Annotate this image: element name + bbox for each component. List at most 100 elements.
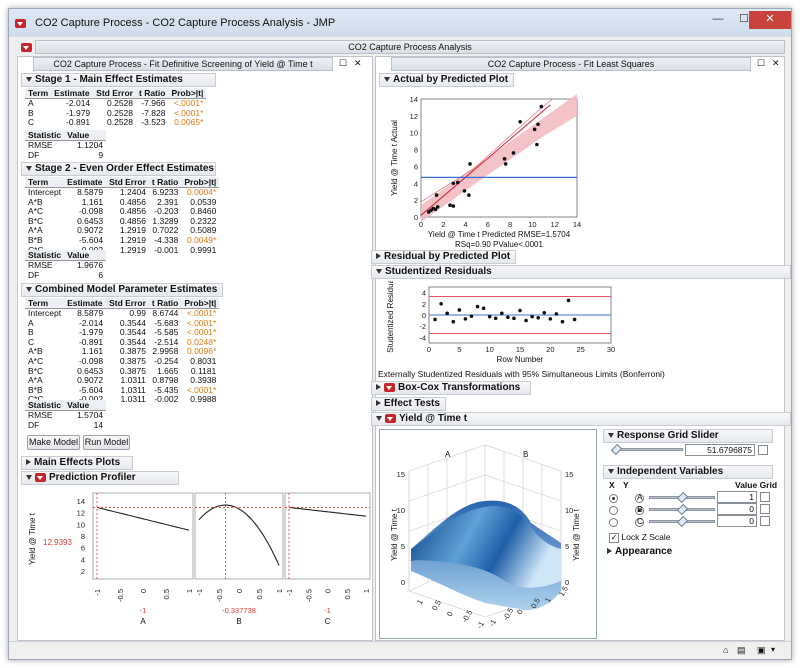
column-header: Statistic bbox=[25, 400, 65, 411]
y-tick: 2 bbox=[422, 300, 426, 309]
combined-header[interactable]: Combined Model Parameter Estimates bbox=[21, 283, 223, 297]
data-point bbox=[530, 314, 534, 319]
lockz-row[interactable]: ✓ Lock Z Scale bbox=[609, 532, 671, 543]
profiler-yticks: 14 12 10 8 6 4 2 bbox=[77, 497, 85, 576]
grid-value-input[interactable]: 51.6796875 bbox=[685, 444, 755, 456]
variable-value-input[interactable]: 0 bbox=[717, 503, 757, 515]
y-tick: 8 bbox=[414, 146, 418, 155]
x-tick: 0.5 bbox=[162, 589, 171, 599]
data-point bbox=[451, 181, 456, 186]
surface-plot[interactable]: 15 1510 105 50 01 0.50 -0.5-1 -1-0.5 00.5 11.5 A … bbox=[381, 431, 595, 637]
table-cell: C bbox=[28, 117, 35, 128]
resid-pred-header[interactable]: Residual by Predicted Plot bbox=[371, 250, 516, 264]
column-header: Estimate bbox=[64, 177, 107, 188]
avp-header[interactable]: Actual by Predicted Plot bbox=[379, 73, 514, 87]
data-point bbox=[455, 180, 460, 185]
indep-header[interactable]: Independent Variables bbox=[603, 465, 773, 479]
stage2-header[interactable]: Stage 2 - Even Order Effect Estimates bbox=[21, 162, 216, 176]
table-cell: DF bbox=[28, 149, 40, 160]
variable-slider-thumb[interactable] bbox=[676, 503, 689, 516]
y-tick: 14 bbox=[77, 497, 85, 506]
close-icon[interactable]: ✕ bbox=[772, 58, 780, 69]
home-icon[interactable]: ⌂ bbox=[723, 645, 728, 655]
stud-header[interactable]: Studentized Residuals bbox=[371, 265, 791, 279]
x-tick: 25 bbox=[576, 345, 584, 354]
profiler-menu-icon[interactable] bbox=[35, 472, 46, 482]
title-bar: CO2 Capture Process - CO2 Capture Proces… bbox=[9, 9, 791, 37]
boxcox-title: Box-Cox Transformations bbox=[398, 382, 521, 393]
data-point bbox=[463, 317, 468, 321]
grid-slider-title: Response Grid Slider bbox=[617, 430, 719, 441]
value-grid-checkbox[interactable] bbox=[760, 492, 770, 502]
close-icon[interactable]: ✕ bbox=[354, 58, 362, 69]
col-x: X bbox=[609, 480, 615, 490]
lockz-checkbox[interactable]: ✓ bbox=[609, 532, 619, 543]
appearance-header[interactable]: Appearance bbox=[603, 546, 675, 560]
restore-icon[interactable]: ☐ bbox=[339, 58, 347, 69]
close-button[interactable]: ✕ bbox=[749, 11, 791, 29]
factor-value: -1 bbox=[324, 606, 331, 615]
restore-icon[interactable]: ☐ bbox=[757, 58, 765, 69]
data-point bbox=[554, 312, 559, 316]
value-grid-checkbox[interactable] bbox=[760, 516, 770, 526]
profiler-cell-B[interactable]: -1 -0.5 0 0.5 1 -0.337738 B bbox=[194, 492, 284, 626]
grid-slider-track[interactable] bbox=[613, 448, 683, 451]
grid-slider-header[interactable]: Response Grid Slider bbox=[603, 429, 773, 443]
x-tick: 4 bbox=[463, 220, 467, 229]
data-point bbox=[439, 302, 443, 306]
jmp-app-icon bbox=[15, 19, 26, 29]
x-tick: 20 bbox=[546, 345, 554, 354]
value-grid-checkbox[interactable] bbox=[760, 504, 770, 514]
x-radio[interactable] bbox=[609, 506, 618, 516]
right-panel-title: CO2 Capture Process - Fit Least Squares bbox=[391, 57, 751, 71]
report-menu-icon[interactable] bbox=[21, 43, 32, 53]
effect-header[interactable]: Effect Tests bbox=[371, 397, 446, 411]
yield-header[interactable]: Yield @ Time t bbox=[371, 412, 791, 426]
x-tick: 10 bbox=[485, 345, 493, 354]
data-point bbox=[535, 142, 539, 147]
main-effects-header[interactable]: Main Effects Plots bbox=[21, 456, 133, 470]
variable-slider-thumb[interactable] bbox=[676, 491, 689, 504]
variable-slider-thumb[interactable] bbox=[676, 515, 689, 528]
variable-value-input[interactable]: 1 bbox=[717, 491, 757, 503]
minimize-button[interactable]: — bbox=[705, 11, 731, 29]
y-tick: 12 bbox=[410, 112, 418, 121]
table-row: C -0.891 0.2528 -3.523 0.0065* bbox=[25, 118, 206, 128]
grid-checkbox[interactable] bbox=[758, 445, 768, 455]
table-cell: 0.9988 bbox=[190, 394, 217, 405]
profiler-header[interactable]: Prediction Profiler bbox=[21, 471, 179, 485]
y-tick: 14 bbox=[410, 95, 418, 104]
factor-value: -1 bbox=[140, 606, 147, 615]
collapsed-icon bbox=[376, 384, 381, 391]
collapsed-icon bbox=[376, 253, 381, 260]
variable-value-input[interactable]: 0 bbox=[717, 515, 757, 527]
x-tick: 10 bbox=[528, 220, 536, 229]
expand-icon bbox=[376, 268, 382, 274]
window-list-icon[interactable]: ▤ bbox=[737, 645, 746, 656]
y-tick: 2 bbox=[414, 196, 418, 205]
column-header: t Ratio bbox=[136, 88, 169, 99]
x-radio[interactable] bbox=[609, 494, 618, 504]
table-cell: 14 bbox=[93, 419, 104, 430]
appearance-title: Appearance bbox=[615, 546, 673, 557]
yield-menu-icon[interactable] bbox=[385, 413, 396, 423]
layout-icon[interactable]: ▣ bbox=[757, 645, 766, 656]
x-tick: 30 bbox=[607, 345, 615, 354]
dropdown-icon[interactable]: ▾ bbox=[771, 645, 775, 654]
profiler-cell-A[interactable]: -1 -0.5 0 0.5 1 -1 A bbox=[92, 492, 194, 626]
prediction-profiler[interactable]: Yield @ Time t 12.9393 1412108642 -1 -0.5… bbox=[21, 487, 371, 627]
data-point bbox=[451, 319, 456, 324]
factor-value: -0.337738 bbox=[222, 606, 256, 615]
lockz-label: Lock Z Scale bbox=[621, 532, 671, 542]
y-tick: 2 bbox=[81, 567, 85, 576]
expand-icon bbox=[26, 76, 32, 82]
x-radio[interactable] bbox=[609, 518, 618, 528]
profiler-cell-C[interactable]: -1 -0.5 0 0.5 1 -1 C bbox=[284, 492, 371, 626]
make-model-button[interactable]: Make Model bbox=[27, 435, 80, 450]
y-tick: 4 bbox=[81, 555, 85, 564]
boxcox-menu-icon[interactable] bbox=[384, 382, 395, 392]
stage1-header[interactable]: Stage 1 - Main Effect Estimates bbox=[21, 73, 216, 87]
data-point bbox=[572, 317, 577, 322]
boxcox-header[interactable]: Box-Cox Transformations bbox=[371, 381, 531, 395]
run-model-button[interactable]: Run Model bbox=[83, 435, 130, 450]
